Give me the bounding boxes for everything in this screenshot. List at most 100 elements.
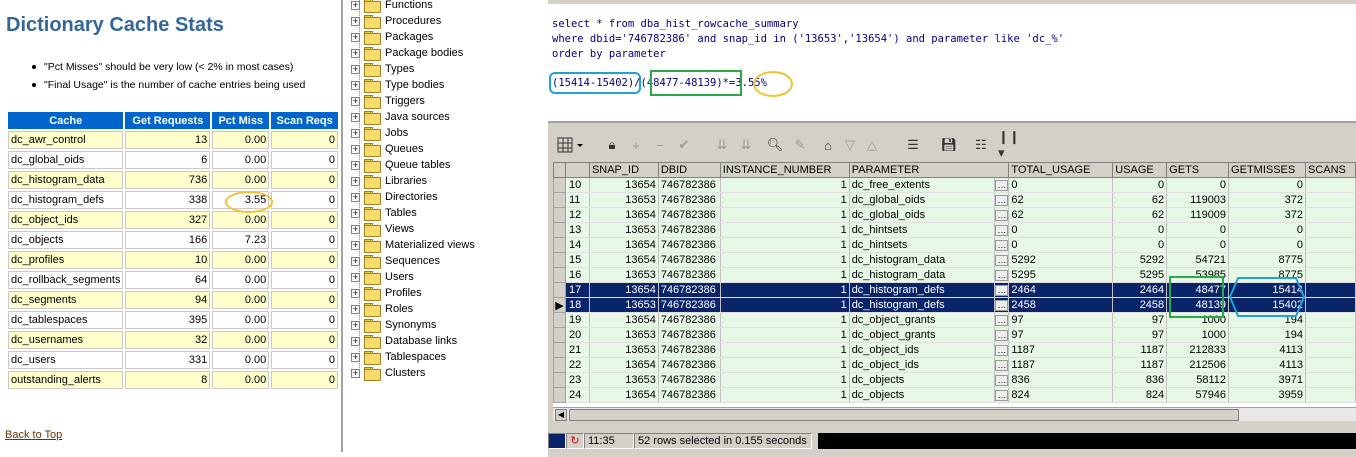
cell-usage[interactable]: 0 (1112, 222, 1168, 238)
cell-dbid[interactable]: 746782386 (658, 207, 721, 223)
cell-getmisses[interactable]: 0 (1228, 222, 1306, 238)
cell-parameter[interactable]: dc_object_ids (849, 342, 996, 358)
cell-snap-id[interactable]: 13654 (589, 237, 659, 253)
tree-item-roles[interactable]: + Roles (351, 301, 413, 317)
cell-getmisses[interactable]: 3959 (1228, 387, 1306, 403)
ellipsis-button[interactable]: … (994, 177, 1010, 193)
single-record-view-icon[interactable]: ☰ (904, 136, 922, 154)
cell-dbid[interactable]: 746782386 (658, 372, 721, 388)
cell-parameter[interactable]: dc_object_grants (849, 327, 996, 343)
fetch-last-icon[interactable]: ⇊ (738, 136, 754, 154)
tree-item-clusters[interactable]: + Clusters (351, 365, 425, 381)
cell-getmisses[interactable]: 4113 (1228, 357, 1306, 373)
row-indicator[interactable] (553, 312, 566, 328)
expand-icon[interactable]: + (351, 240, 360, 250)
cell-instance-number[interactable]: 1 (720, 177, 850, 193)
col-header-getmisses[interactable]: GETMISSES (1228, 162, 1306, 178)
grid-horizontal-scrollbar[interactable]: ◀ (553, 407, 1356, 421)
cell-instance-number[interactable]: 1 (720, 372, 850, 388)
expand-icon[interactable]: + (351, 32, 360, 42)
cell-parameter[interactable]: dc_global_oids (849, 207, 996, 223)
expand-icon[interactable]: + (351, 208, 360, 218)
cell-parameter[interactable]: dc_hintsets (849, 222, 996, 238)
grid-row[interactable]: 24 13654 746782386 1 dc_objects… 824 824 57946 3… (553, 387, 1356, 403)
cell-gets[interactable]: 57946 (1166, 387, 1230, 403)
cell-total-usage[interactable]: 5295 (1008, 267, 1114, 283)
col-header-total-usage[interactable]: TOTAL_USAGE (1008, 162, 1114, 178)
tree-item-packages[interactable]: + Packages (351, 29, 433, 45)
cell-total-usage[interactable]: 0 (1008, 237, 1114, 253)
cell-snap-id[interactable]: 13654 (589, 357, 659, 373)
expand-icon[interactable]: + (351, 96, 360, 106)
tree-item-triggers[interactable]: + Triggers (351, 93, 425, 109)
ellipsis-button[interactable]: … (994, 342, 1010, 358)
cell-instance-number[interactable]: 1 (720, 222, 850, 238)
grid-row[interactable]: 11 13653 746782386 1 dc_global_oids… 62 62 1190… (553, 192, 1356, 208)
cell-dbid[interactable]: 746782386 (658, 282, 721, 298)
expand-icon[interactable]: + (351, 176, 360, 186)
find-icon[interactable]: 🔍︎ (766, 136, 784, 154)
row-indicator[interactable] (553, 267, 566, 283)
sort-down-icon[interactable]: ▽ (842, 136, 858, 154)
cell-dbid[interactable]: 746782386 (658, 297, 721, 313)
cell-snap-id[interactable]: 13653 (589, 372, 659, 388)
cell-snap-id[interactable]: 13654 (589, 312, 659, 328)
cell-total-usage[interactable]: 2464 (1008, 282, 1114, 298)
cell-total-usage[interactable]: 1187 (1008, 357, 1114, 373)
cell-snap-id[interactable]: 13653 (589, 267, 659, 283)
clear-icon[interactable]: ✎ (792, 136, 808, 154)
grid-row[interactable]: 12 13654 746782386 1 dc_global_oids… 62 62 1190… (553, 207, 1356, 223)
grid-row[interactable]: 20 13653 746782386 1 dc_object_grants… 97 97 10… (553, 327, 1356, 343)
cell-dbid[interactable]: 746782386 (658, 327, 721, 343)
cell-usage[interactable]: 1187 (1112, 357, 1168, 373)
cell-snap-id[interactable]: 13654 (589, 252, 659, 268)
cell-total-usage[interactable]: 0 (1008, 222, 1114, 238)
ellipsis-button[interactable]: … (994, 312, 1010, 328)
cell-snap-id[interactable]: 13653 (589, 297, 659, 313)
ellipsis-button[interactable]: … (994, 282, 1010, 298)
expand-icon[interactable]: + (351, 256, 360, 266)
grid-row[interactable]: 22 13654 746782386 1 dc_object_ids… 1187 1187 2… (553, 357, 1356, 373)
cell-instance-number[interactable]: 1 (720, 192, 850, 208)
cell-gets[interactable]: 212833 (1166, 342, 1230, 358)
row-indicator[interactable] (553, 342, 566, 358)
grid-row[interactable]: 21 13653 746782386 1 dc_object_ids… 1187 1187 2… (553, 342, 1356, 358)
cell-instance-number[interactable]: 1 (720, 267, 850, 283)
cell-usage[interactable]: 0 (1112, 177, 1168, 193)
cell-gets[interactable]: 54721 (1166, 252, 1230, 268)
cell-total-usage[interactable]: 97 (1008, 327, 1114, 343)
col-header-dbid[interactable]: DBID (657, 162, 721, 178)
sort-up-icon[interactable]: △ (864, 136, 880, 154)
row-indicator[interactable] (553, 177, 566, 193)
cell-parameter[interactable]: dc_histogram_defs (849, 282, 996, 298)
ellipsis-button[interactable]: … (994, 297, 1010, 313)
row-indicator[interactable] (553, 222, 566, 238)
cell-usage[interactable]: 62 (1112, 207, 1168, 223)
col-header-scans[interactable]: SCANS (1304, 162, 1356, 178)
ellipsis-button[interactable]: … (994, 327, 1010, 343)
expand-icon[interactable]: + (351, 64, 360, 74)
cell-instance-number[interactable]: 1 (720, 357, 850, 373)
fetch-next-icon[interactable]: ⇊ (714, 136, 730, 154)
cell-dbid[interactable]: 746782386 (658, 177, 721, 193)
cell-dbid[interactable]: 746782386 (658, 342, 721, 358)
cell-total-usage[interactable]: 824 (1008, 387, 1114, 403)
ellipsis-button[interactable]: … (994, 267, 1010, 283)
cell-parameter[interactable]: dc_hintsets (849, 237, 996, 253)
cell-usage[interactable]: 1187 (1112, 342, 1168, 358)
cell-getmisses[interactable]: 0 (1228, 177, 1306, 193)
row-indicator[interactable] (553, 192, 566, 208)
grid-row[interactable]: 15 13654 746782386 1 dc_histogram_data… 5292 5… (553, 252, 1356, 268)
cell-usage[interactable]: 824 (1112, 387, 1168, 403)
cell-snap-id[interactable]: 13654 (589, 282, 659, 298)
cell-snap-id[interactable]: 13654 (589, 207, 659, 223)
cell-snap-id[interactable]: 13653 (589, 327, 659, 343)
cell-scans[interactable] (1305, 282, 1356, 298)
cell-instance-number[interactable]: 1 (720, 252, 850, 268)
cell-total-usage[interactable]: 0 (1008, 177, 1114, 193)
expand-icon[interactable]: + (351, 336, 360, 346)
tree-item-tables[interactable]: + Tables (351, 205, 417, 221)
grid-row[interactable]: 13 13653 746782386 1 dc_hintsets… 0 0 0 0 (553, 222, 1356, 238)
cell-snap-id[interactable]: 13654 (589, 177, 659, 193)
grid-view-button[interactable] (556, 136, 586, 154)
